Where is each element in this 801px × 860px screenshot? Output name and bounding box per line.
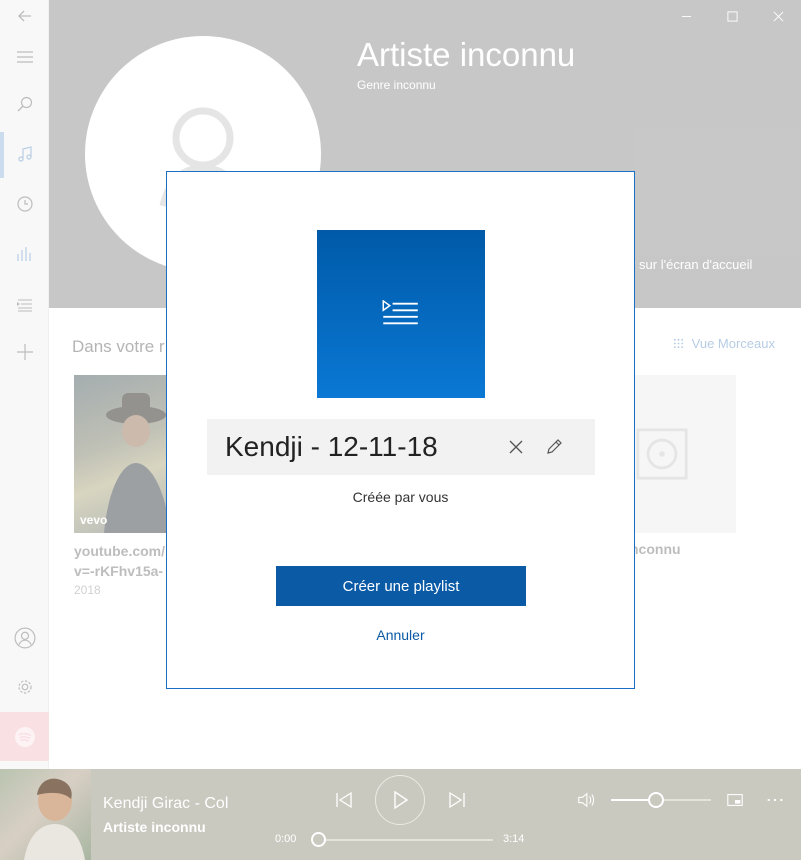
play-icon	[394, 790, 409, 810]
elapsed-time: 0:00	[275, 833, 297, 845]
next-button[interactable]	[445, 787, 469, 813]
play-button[interactable]	[375, 775, 425, 825]
player-bar: Kendji Girac - Col Artiste inconnu 0:00 …	[0, 769, 801, 860]
clear-text-button[interactable]	[497, 428, 535, 466]
artist-photo-image	[24, 778, 85, 860]
seek-thumb[interactable]	[311, 832, 326, 847]
volume-button[interactable]	[575, 789, 597, 811]
track-artist[interactable]: Artiste inconnu	[103, 819, 206, 835]
volume-thumb[interactable]	[648, 792, 664, 808]
cancel-link[interactable]: Annuler	[167, 627, 634, 643]
created-by-label: Créée par vous	[352, 489, 449, 505]
track-title[interactable]: Kendji Girac - Col	[103, 795, 235, 813]
now-playing-artwork[interactable]	[0, 769, 91, 860]
close-icon	[509, 440, 523, 454]
previous-icon	[336, 791, 352, 809]
previous-button[interactable]	[332, 787, 356, 813]
rename-button[interactable]	[535, 428, 573, 466]
seek-bar[interactable]	[318, 839, 493, 841]
more-options-button[interactable]	[763, 789, 787, 811]
playlist-name-field[interactable]	[207, 419, 595, 475]
playlist-icon	[382, 300, 418, 325]
mini-player-button[interactable]	[724, 789, 746, 811]
total-time: 3:14	[503, 833, 525, 845]
pencil-icon	[547, 439, 562, 454]
mini-player-icon	[727, 794, 743, 806]
next-icon	[449, 791, 465, 809]
create-playlist-button[interactable]: Créer une playlist	[276, 566, 526, 606]
playlist-artwork	[317, 230, 485, 398]
create-playlist-dialog: Créée par vous Créer une playlist Annule…	[166, 171, 635, 689]
playlist-name-input[interactable]	[207, 431, 497, 463]
ellipsis-icon	[767, 798, 783, 802]
speaker-icon	[578, 792, 595, 808]
